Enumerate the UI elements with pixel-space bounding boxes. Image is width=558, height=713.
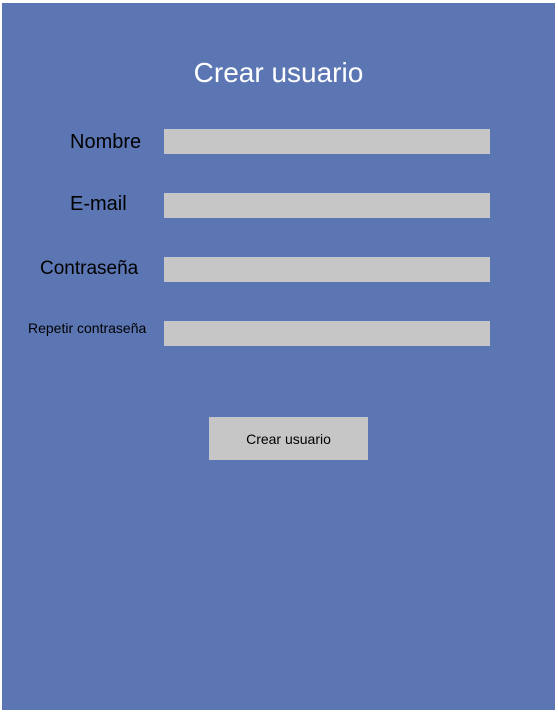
create-user-button[interactable]: Crear usuario xyxy=(209,417,368,460)
password-label: Contraseña xyxy=(40,258,139,279)
email-field[interactable] xyxy=(164,193,490,218)
email-label: E-mail xyxy=(70,193,127,215)
page-title: Crear usuario xyxy=(193,57,364,88)
password-repeat-field[interactable] xyxy=(164,321,490,346)
create-user-form: Crear usuario Nombre E-mail Contraseña R… xyxy=(2,3,555,710)
nombre-label: Nombre xyxy=(70,131,142,153)
nombre-field[interactable] xyxy=(164,129,490,154)
password-repeat-label: Repetir contraseña xyxy=(28,320,147,336)
password-field[interactable] xyxy=(164,257,490,282)
